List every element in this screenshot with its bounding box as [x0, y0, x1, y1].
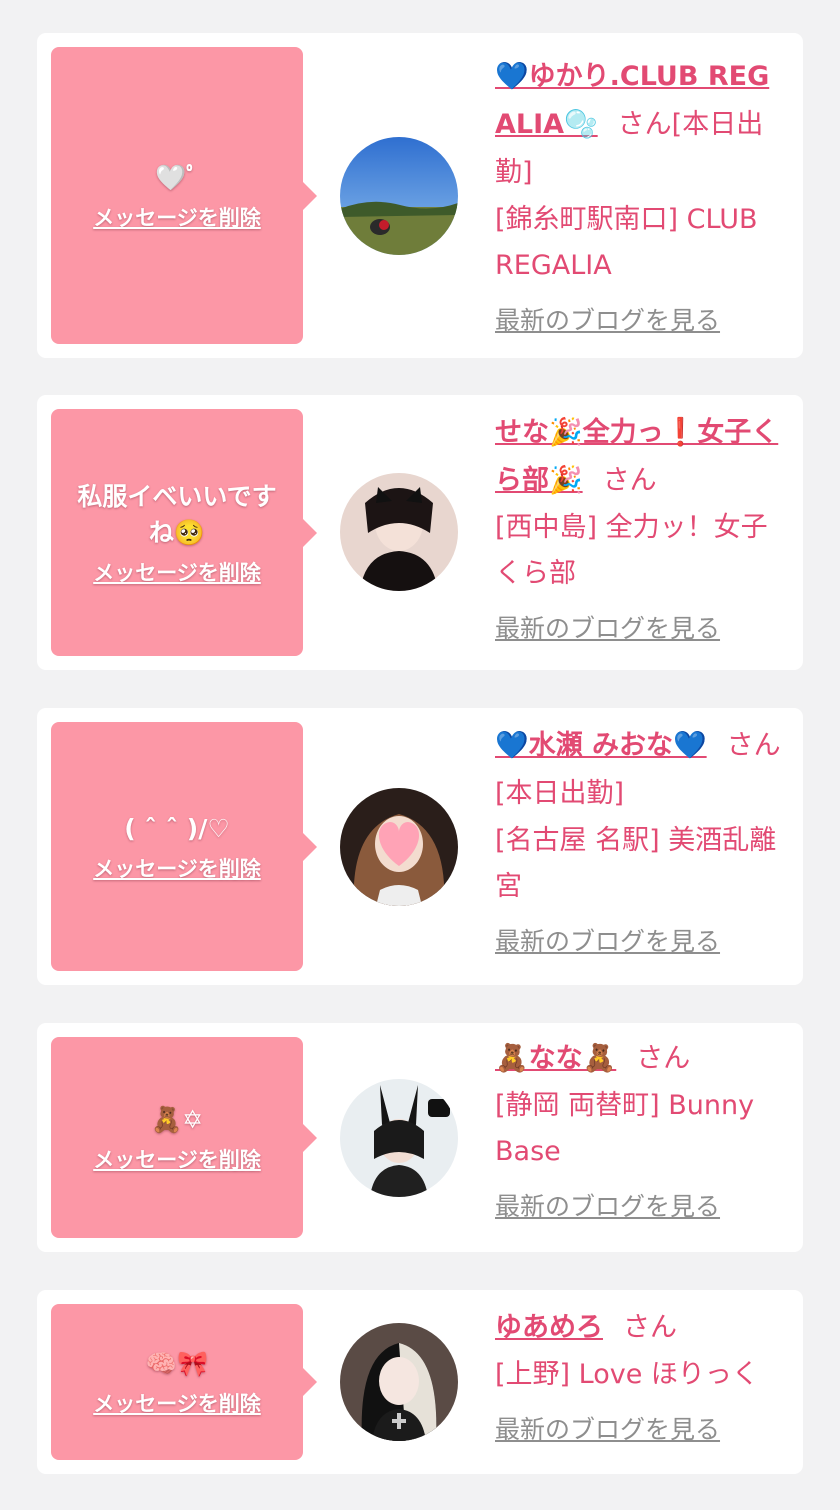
name-line: 💙水瀬 みおな💙 さん [本日出勤]	[495, 722, 785, 818]
message-bubble: 🧸✡ メッセージを削除	[51, 1037, 317, 1238]
avatar-photo	[340, 137, 458, 255]
shop-location: [錦糸町駅南口] CLUB REGALIA	[495, 204, 758, 281]
avatar[interactable]	[340, 1323, 458, 1441]
message-text: 私服イベいいですね🥺	[77, 481, 277, 547]
avatar-photo	[340, 473, 458, 591]
delete-message-link[interactable]: メッセージを削除	[93, 202, 261, 232]
avatar[interactable]	[340, 788, 458, 906]
delete-message-link[interactable]: メッセージを削除	[93, 1144, 261, 1174]
girl-name-link[interactable]: ゆあめろ	[495, 1312, 603, 1343]
avatar-photo	[340, 1323, 458, 1441]
delete-message-link[interactable]: メッセージを削除	[93, 853, 261, 883]
message-bubble: 🧠🎀 メッセージを削除	[51, 1304, 317, 1460]
avatar-photo	[340, 1079, 458, 1197]
message-text: 🧠🎀	[145, 1349, 209, 1378]
message-card: 私服イベいいですね🥺 メッセージを削除 せな🎉全力っ❗女子くら部🎉 さん [西中島…	[37, 395, 803, 670]
girl-name-link[interactable]: 🧸なな🧸	[495, 1043, 616, 1074]
message-bubble: 🤍ﾟ メッセージを削除	[51, 47, 317, 344]
message-card: 🤍ﾟ メッセージを削除 💙ゆかり.CLUB REGALIA🫧 さん[本日出勤] […	[37, 33, 803, 358]
shop-location: [西中島] 全力ッ！女子くら部	[495, 512, 768, 589]
delete-message-link[interactable]: メッセージを削除	[93, 1388, 261, 1418]
girl-info: 🧸なな🧸 さん [静岡 両替町] Bunny Base 最新のブログを見る	[495, 1035, 785, 1223]
shop-location: [静岡 両替町] Bunny Base	[495, 1090, 755, 1167]
girl-info: 💙水瀬 みおな💙 さん [本日出勤] [名古屋 名駅] 美酒乱離宮 最新のブログを見…	[495, 722, 785, 958]
message-card: 🧸✡ メッセージを削除 🧸なな🧸 さん [静岡 両替町] Bunny Base 最…	[37, 1023, 803, 1252]
girl-name-link[interactable]: 💙水瀬 みおな💙	[495, 730, 707, 761]
shop-location: [名古屋 名駅] 美酒乱離宮	[495, 825, 777, 902]
honorific: さん	[623, 1312, 677, 1343]
work-status: [本日出勤]	[495, 778, 625, 809]
girl-info: 💙ゆかり.CLUB REGALIA🫧 さん[本日出勤] [錦糸町駅南口] CLUB…	[495, 53, 785, 337]
girl-info: せな🎉全力っ❗女子くら部🎉 さん [西中島] 全力ッ！女子くら部 最新のブログを見…	[495, 409, 785, 645]
latest-blog-link[interactable]: 最新のブログを見る	[495, 1410, 720, 1446]
honorific: さん	[617, 109, 672, 140]
honorific: さん	[636, 1043, 691, 1074]
name-line: ゆあめろ さん	[495, 1304, 785, 1352]
avatar[interactable]	[340, 1079, 458, 1197]
latest-blog-link[interactable]: 最新のブログを見る	[495, 301, 720, 337]
latest-blog-link[interactable]: 最新のブログを見る	[495, 922, 720, 958]
message-text: 🧸✡	[150, 1104, 204, 1134]
message-feed: 🤍ﾟ メッセージを削除 💙ゆかり.CLUB REGALIA🫧 さん[本日出勤] […	[0, 0, 840, 1510]
message-bubble: ( ˆ ˆ )/♡ メッセージを削除	[51, 722, 317, 971]
message-card: ( ˆ ˆ )/♡ メッセージを削除 💙水瀬 みおな💙 さん [本日出勤] [名古屋…	[37, 708, 803, 985]
message-bubble: 私服イベいいですね🥺 メッセージを削除	[51, 409, 317, 656]
latest-blog-link[interactable]: 最新のブログを見る	[495, 609, 720, 645]
avatar-photo	[340, 788, 458, 906]
delete-message-link[interactable]: メッセージを削除	[93, 557, 261, 587]
avatar[interactable]	[340, 137, 458, 255]
girl-info: ゆあめろ さん [上野] Love ほりっく 最新のブログを見る	[495, 1304, 785, 1446]
latest-blog-link[interactable]: 最新のブログを見る	[495, 1187, 720, 1223]
avatar[interactable]	[340, 473, 458, 591]
message-text: ( ˆ ˆ )/♡	[124, 813, 230, 843]
name-line: せな🎉全力っ❗女子くら部🎉 さん	[495, 409, 785, 505]
shop-location: [上野] Love ほりっく	[495, 1359, 759, 1390]
message-card: 🧠🎀 メッセージを削除 ゆあめろ さん [上野] Love ほりっく 最新のブログ…	[37, 1290, 803, 1474]
honorific: さん	[602, 465, 657, 496]
message-text: 🤍ﾟ	[155, 162, 199, 192]
name-line: 🧸なな🧸 さん	[495, 1035, 785, 1083]
honorific: さん	[726, 730, 781, 761]
name-line: 💙ゆかり.CLUB REGALIA🫧 さん[本日出勤]	[495, 53, 785, 197]
